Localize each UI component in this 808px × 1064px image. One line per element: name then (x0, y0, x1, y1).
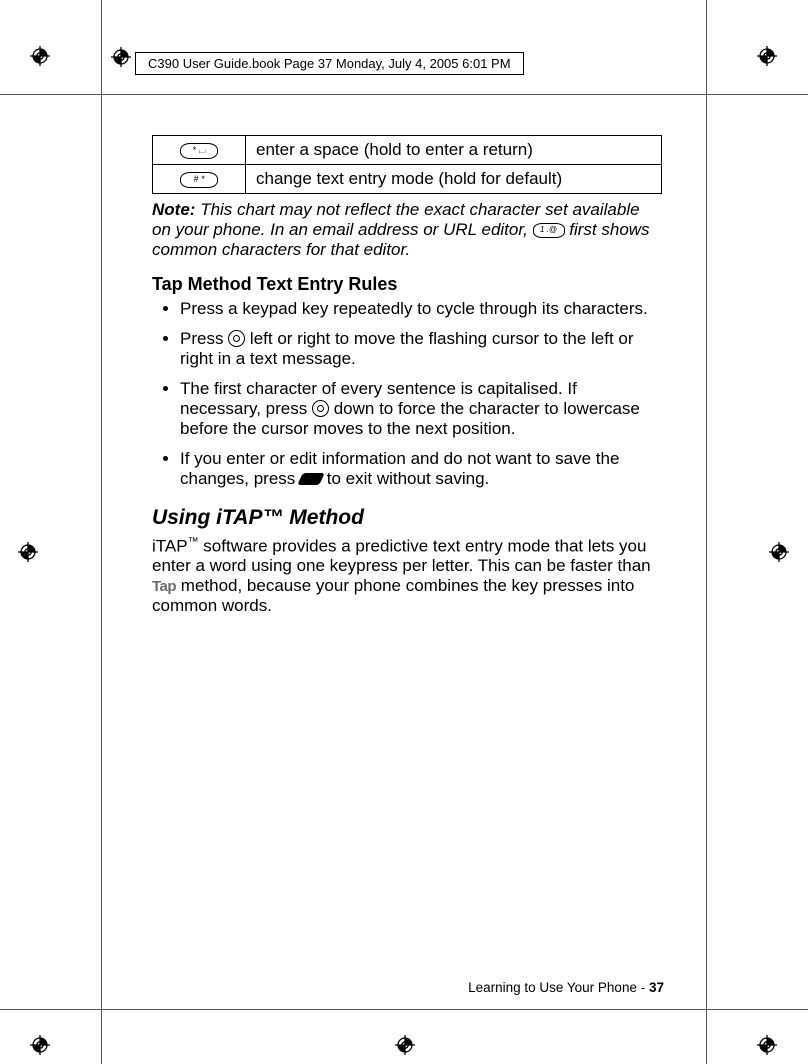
rules-list: Press a keypad key repeatedly to cycle t… (152, 299, 662, 489)
nav-key-icon (228, 330, 245, 347)
table-row: * ⌴ enter a space (hold to enter a retur… (153, 136, 662, 165)
page-number: 37 (649, 980, 664, 995)
table-row: # * change text entry mode (hold for def… (153, 165, 662, 194)
footer-text: Learning to Use Your Phone - (468, 980, 649, 995)
tap-label: Tap (152, 578, 176, 595)
registration-mark-icon (395, 1035, 415, 1055)
registration-mark-icon (757, 1035, 777, 1055)
rule-text-after: to exit without saving. (327, 469, 490, 488)
key-cell: * ⌴ (153, 136, 246, 165)
crop-line (0, 94, 808, 95)
note-text-before: This chart may not reflect the exact cha… (152, 200, 640, 239)
registration-mark-icon (757, 46, 777, 66)
list-item: If you enter or edit information and do … (180, 449, 662, 489)
registration-mark-icon (30, 1035, 50, 1055)
key-desc: change text entry mode (hold for default… (246, 165, 662, 194)
registration-mark-icon (18, 542, 38, 562)
itap-after: method, because your phone combines the … (152, 576, 634, 615)
key-glyph-icon: * ⌴ (180, 143, 218, 159)
page-content: * ⌴ enter a space (hold to enter a retur… (152, 135, 662, 616)
one-key-icon: 1 .@ (533, 223, 565, 238)
crop-line (0, 1009, 808, 1010)
registration-mark-icon (111, 47, 131, 67)
note-label: Note: (152, 200, 195, 219)
end-key-icon (297, 473, 325, 485)
itap-paragraph: iTAP™ software provides a predictive tex… (152, 536, 662, 617)
list-item: Press left or right to move the flashing… (180, 329, 662, 369)
rule-text: Press a keypad key repeatedly to cycle t… (180, 299, 648, 318)
rule-text-after: left or right to move the flashing curso… (180, 329, 634, 368)
list-item: The first character of every sentence is… (180, 379, 662, 439)
itap-mid: software provides a predictive text entr… (152, 536, 651, 575)
rule-text-before: Press (180, 329, 228, 348)
key-desc: enter a space (hold to enter a return) (246, 136, 662, 165)
key-cell: # * (153, 165, 246, 194)
file-info-header: C390 User Guide.book Page 37 Monday, Jul… (135, 52, 524, 75)
nav-key-icon (312, 400, 329, 417)
registration-mark-icon (30, 46, 50, 66)
crop-line (101, 0, 102, 1064)
crop-line (706, 0, 707, 1064)
list-item: Press a keypad key repeatedly to cycle t… (180, 299, 662, 319)
key-glyph-icon: # * (180, 172, 218, 188)
itap-word: iTAP (152, 536, 188, 555)
section-heading-itap: Using iTAP™ Method (152, 506, 662, 530)
character-key-table: * ⌴ enter a space (hold to enter a retur… (152, 135, 662, 194)
subheading-tap-rules: Tap Method Text Entry Rules (152, 274, 662, 295)
file-info-text: C390 User Guide.book Page 37 Monday, Jul… (148, 56, 511, 71)
tm-symbol: ™ (188, 536, 199, 548)
note-paragraph: Note: This chart may not reflect the exa… (152, 200, 662, 260)
registration-mark-icon (769, 542, 789, 562)
page-footer: Learning to Use Your Phone - 37 (468, 980, 664, 995)
